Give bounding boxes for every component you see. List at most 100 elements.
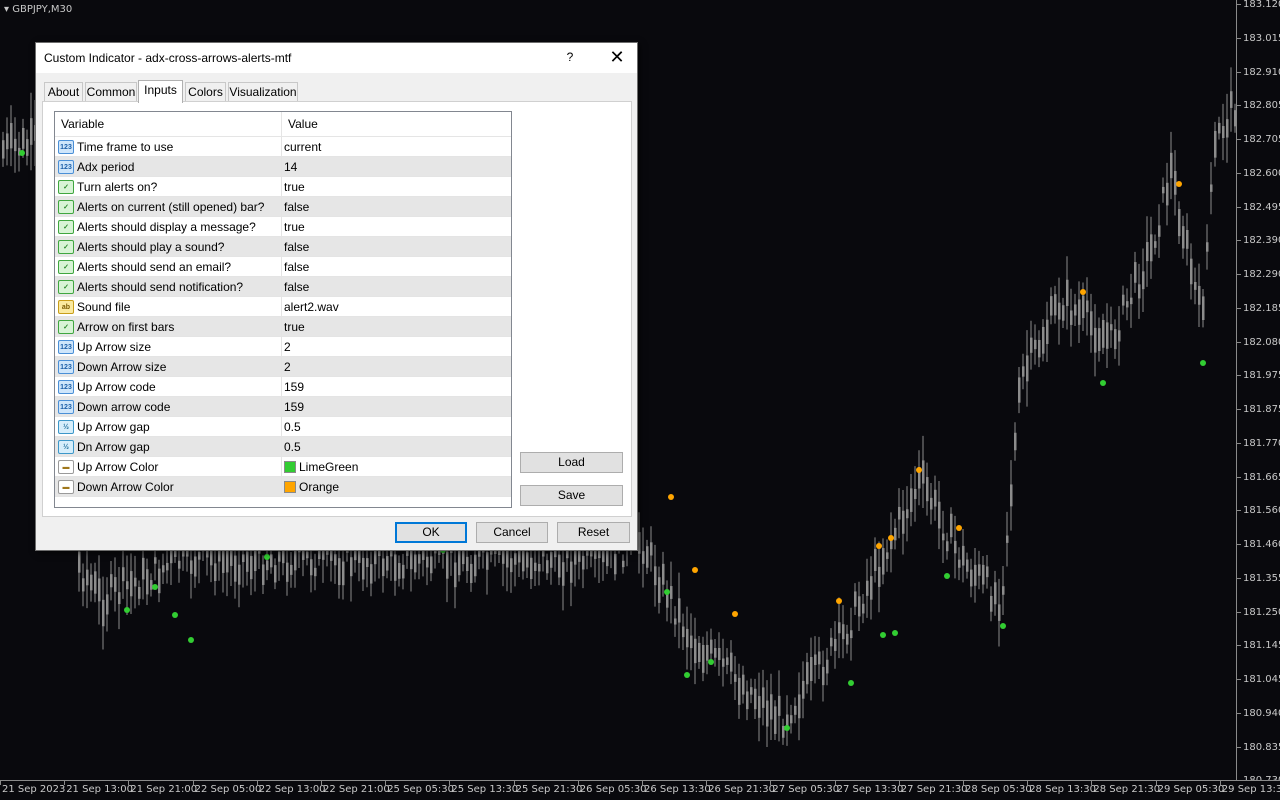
tick-mark [1237,746,1241,748]
candle-body [1006,535,1009,543]
input-value[interactable]: 2 [284,340,291,354]
candle-body [670,586,673,599]
input-row[interactable]: ✓ Arrow on first bars true [55,317,511,337]
cell-divider [281,297,282,317]
input-row[interactable]: 123 Down Arrow size 2 [55,357,511,377]
column-header-value[interactable]: Value [282,112,511,137]
candle-body [178,560,181,569]
input-value[interactable]: 0.5 [284,420,301,434]
cell-divider [281,257,282,277]
input-value[interactable]: false [284,260,309,274]
input-value[interactable]: true [284,180,305,194]
tab-visualization[interactable]: Visualization [228,82,298,102]
input-value[interactable]: false [284,200,309,214]
candle-body [106,594,109,615]
input-value-text: true [284,180,305,194]
input-row[interactable]: ▬ Up Arrow Color LimeGreen [55,457,511,477]
candle-body [1042,326,1045,354]
candle-body [810,657,813,681]
up-arrow-dot [152,584,158,590]
candle-body [838,622,841,634]
input-row[interactable]: ✓ Turn alerts on? true [55,177,511,197]
input-row[interactable]: ½ Up Arrow gap 0.5 [55,417,511,437]
reset-button[interactable]: Reset [557,522,630,543]
candle-body [802,680,805,699]
tick-mark [0,781,1,785]
input-value[interactable]: true [284,320,305,334]
candle-body [486,552,489,570]
up-arrow-dot [188,637,194,643]
cell-divider [281,237,282,257]
time-tick-label: 25 Sep 13:30 [451,784,519,795]
double-icon: ½ [58,440,74,454]
dialog-titlebar[interactable]: Custom Indicator - adx-cross-arrows-aler… [36,43,637,73]
candle-body [1178,209,1181,237]
candle-body [1222,126,1225,139]
input-row[interactable]: 123 Up Arrow code 159 [55,377,511,397]
tab-colors[interactable]: Colors [185,82,226,102]
candle-body [1170,152,1173,179]
input-value[interactable]: alert2.wav [284,300,339,314]
input-row[interactable]: ✓ Alerts should display a message? true [55,217,511,237]
input-row[interactable]: 123 Time frame to use current [55,137,511,157]
tab-about[interactable]: About [44,82,83,102]
close-icon[interactable]: ✕ [604,45,630,69]
time-axis[interactable]: 21 Sep 2023 21 Sep 13:00 21 Sep 21:00 22 Se… [0,780,1280,800]
input-value[interactable]: 2 [284,360,291,374]
candle-body [1218,122,1221,134]
input-value[interactable]: Orange [284,480,339,494]
input-row[interactable]: ✓ Alerts should send notification? false [55,277,511,297]
input-row[interactable]: ▬ Down Arrow Color Orange [55,477,511,497]
candle-body [962,545,965,566]
candle-body [1086,300,1089,313]
tick-mark [385,781,387,785]
tick-mark [1237,510,1241,512]
down-arrow-dot [732,611,738,617]
input-value[interactable]: 14 [284,160,297,174]
candle-body [538,563,541,572]
ok-button[interactable]: OK [395,522,467,543]
candle-body [1122,294,1125,306]
input-row[interactable]: ½ Dn Arrow gap 0.5 [55,437,511,457]
candle-body [574,550,577,565]
candle-body [230,548,233,566]
input-variable: Alerts should send an email? [77,260,232,274]
candle-body [398,563,401,579]
candle-body [750,687,753,695]
input-value[interactable]: 0.5 [284,440,301,454]
input-value[interactable]: 159 [284,380,304,394]
tab-common[interactable]: Common [85,82,137,102]
input-value[interactable]: 159 [284,400,304,414]
input-variable: Alerts should display a message? [77,220,256,234]
input-value[interactable]: false [284,240,309,254]
input-row[interactable]: ✓ Alerts on current (still opened) bar? fa… [55,197,511,217]
input-value[interactable]: LimeGreen [284,460,358,474]
price-tick: 181.250 [1237,607,1280,619]
input-row[interactable]: 123 Adx period 14 [55,157,511,177]
candle-body [1158,225,1161,237]
tab-inputs[interactable]: Inputs [138,80,183,103]
inputs-grid[interactable]: Variable Value 123 Time frame to use curre… [54,111,512,508]
candle-body [274,565,277,583]
input-row[interactable]: 123 Up Arrow size 2 [55,337,511,357]
input-row[interactable]: ✓ Alerts should play a sound? false [55,237,511,257]
input-value[interactable]: false [284,280,309,294]
down-arrow-dot [1080,289,1086,295]
price-tick: 181.560 [1237,505,1280,517]
price-axis[interactable]: 183.120 183.015 182.910 182.805 182.705 182.6… [1236,0,1280,786]
column-header-variable[interactable]: Variable [55,112,281,137]
load-button[interactable]: Load [520,452,623,473]
input-row[interactable]: ab Sound file alert2.wav [55,297,511,317]
help-button[interactable]: ? [558,45,582,69]
up-arrow-dot [1000,623,1006,629]
input-value[interactable]: current [284,140,321,154]
input-row[interactable]: ✓ Alerts should send an email? false [55,257,511,277]
up-arrow-dot [172,612,178,618]
cancel-button[interactable]: Cancel [476,522,548,543]
symbol-label[interactable]: ▾ GBPJPY,M30 [4,4,72,15]
candle-body [454,562,457,588]
tick-mark [898,781,900,785]
input-value[interactable]: true [284,220,305,234]
input-row[interactable]: 123 Down arrow code 159 [55,397,511,417]
save-button[interactable]: Save [520,485,623,506]
